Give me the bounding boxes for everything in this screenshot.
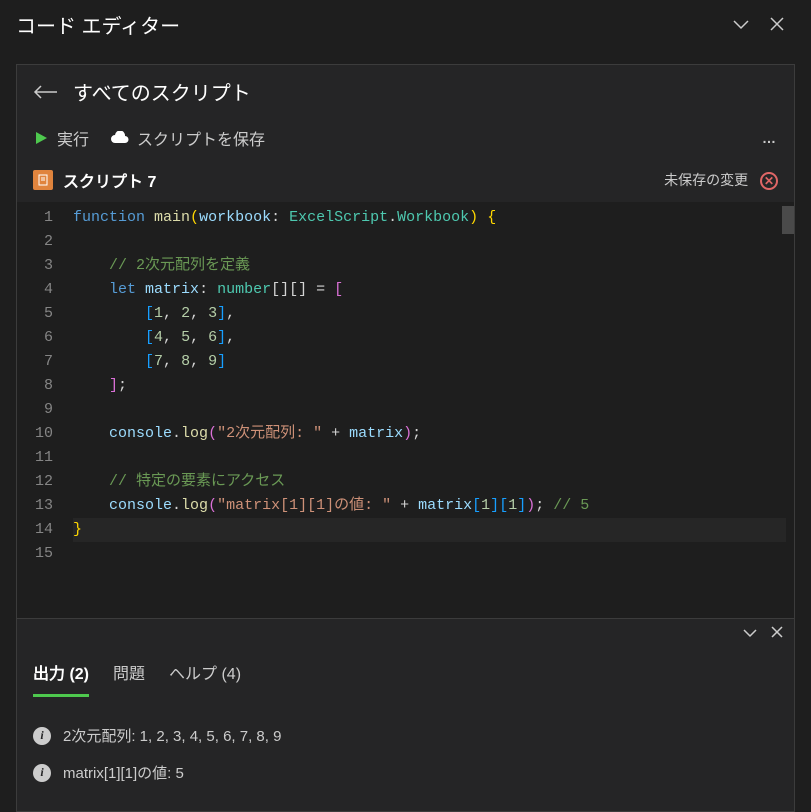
line-number: 2: [25, 230, 53, 254]
line-number: 5: [25, 302, 53, 326]
output-text: matrix[1][1]の値: 5: [63, 762, 184, 783]
tab-help[interactable]: ヘルプ (4): [169, 650, 241, 697]
close-icon: [769, 16, 785, 32]
output-tabs: 出力 (2) 問題 ヘルプ (4): [17, 650, 794, 697]
output-panel: 出力 (2) 問題 ヘルプ (4) i 2次元配列: 1, 2, 3, 4, 5,…: [17, 618, 794, 811]
line-number: 6: [25, 326, 53, 350]
code-line[interactable]: }: [73, 518, 786, 542]
play-icon: [33, 130, 49, 146]
code-line[interactable]: [73, 230, 786, 254]
code-line[interactable]: [1, 2, 3],: [73, 302, 786, 326]
info-icon: i: [33, 727, 51, 745]
code-line[interactable]: [73, 542, 786, 566]
close-icon: [770, 625, 784, 639]
code-line[interactable]: [4, 5, 6],: [73, 326, 786, 350]
code-line[interactable]: [73, 446, 786, 470]
collapse-button[interactable]: [723, 6, 759, 42]
line-number: 12: [25, 470, 53, 494]
close-button[interactable]: [759, 6, 795, 42]
line-number: 13: [25, 494, 53, 518]
output-collapse-button[interactable]: [742, 625, 758, 644]
code-line[interactable]: [7, 8, 9]: [73, 350, 786, 374]
output-line: i matrix[1][1]の値: 5: [33, 754, 778, 791]
unsaved-label: 未保存の変更: [664, 172, 748, 188]
output-close-button[interactable]: [770, 625, 784, 644]
line-number: 14: [25, 518, 53, 542]
tab-output[interactable]: 出力 (2): [33, 650, 89, 697]
nav-title: すべてのスクリプト: [73, 77, 251, 106]
script-name: スクリプト 7: [63, 168, 156, 192]
line-number: 15: [25, 542, 53, 566]
code-line[interactable]: console.log("2次元配列: " + matrix);: [73, 422, 786, 446]
code-editor[interactable]: 123456789101112131415 function main(work…: [17, 202, 794, 618]
line-number: 8: [25, 374, 53, 398]
cloud-save-icon: [109, 131, 129, 145]
editor-panel: すべてのスクリプト 実行 スクリプトを保存 … スクリプト 7 未保存の変更 ✕…: [16, 64, 795, 812]
output-line: i 2次元配列: 1, 2, 3, 4, 5, 6, 7, 8, 9: [33, 717, 778, 754]
line-number: 9: [25, 398, 53, 422]
window-title: コード エディター: [16, 10, 723, 39]
arrow-left-icon: [33, 84, 57, 100]
nav-row: すべてのスクリプト: [17, 65, 794, 118]
code-line[interactable]: // 2次元配列を定義: [73, 254, 786, 278]
title-bar: コード エディター: [0, 0, 811, 48]
toolbar: 実行 スクリプトを保存 …: [17, 118, 794, 158]
line-number: 1: [25, 206, 53, 230]
save-label: スクリプトを保存: [137, 126, 265, 150]
more-button[interactable]: …: [762, 130, 778, 146]
code-line[interactable]: ];: [73, 374, 786, 398]
back-button[interactable]: [33, 84, 57, 100]
run-button[interactable]: 実行: [33, 126, 89, 150]
output-controls: [17, 619, 794, 650]
run-label: 実行: [57, 126, 89, 150]
output-text: 2次元配列: 1, 2, 3, 4, 5, 6, 7, 8, 9: [63, 725, 281, 746]
code-content[interactable]: function main(workbook: ExcelScript.Work…: [65, 202, 794, 618]
tab-problems[interactable]: 問題: [113, 650, 145, 697]
save-script-button[interactable]: スクリプトを保存: [109, 126, 265, 150]
scrollbar-thumb[interactable]: [782, 206, 794, 234]
line-gutter: 123456789101112131415: [17, 202, 65, 618]
line-number: 3: [25, 254, 53, 278]
line-number: 4: [25, 278, 53, 302]
unsaved-indicator: 未保存の変更 ✕: [664, 170, 778, 190]
code-line[interactable]: function main(workbook: ExcelScript.Work…: [73, 206, 786, 230]
info-icon: i: [33, 764, 51, 782]
code-line[interactable]: let matrix: number[][] = [: [73, 278, 786, 302]
code-line[interactable]: console.log("matrix[1][1]の値: " + matrix[…: [73, 494, 786, 518]
line-number: 10: [25, 422, 53, 446]
chevron-down-icon: [732, 15, 750, 33]
chevron-down-icon: [742, 625, 758, 641]
unsaved-dirty-icon: ✕: [760, 172, 778, 190]
script-file-icon: [33, 170, 53, 190]
script-header: スクリプト 7 未保存の変更 ✕: [17, 158, 794, 202]
code-line[interactable]: [73, 398, 786, 422]
line-number: 7: [25, 350, 53, 374]
output-body: i 2次元配列: 1, 2, 3, 4, 5, 6, 7, 8, 9 imatrix…: [17, 697, 794, 811]
code-line[interactable]: // 特定の要素にアクセス: [73, 470, 786, 494]
line-number: 11: [25, 446, 53, 470]
